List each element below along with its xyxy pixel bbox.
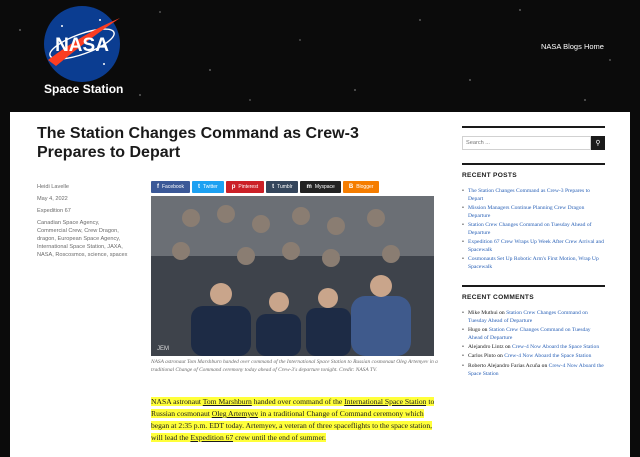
link-expedition-67[interactable]: Expedition 67	[190, 433, 234, 442]
comment-author: Hugo	[468, 327, 481, 334]
post-category[interactable]: Expedition 67	[37, 208, 71, 214]
link-tom-marshburn[interactable]: Tom Marshburn	[202, 397, 252, 406]
post-tags[interactable]: Canadian Space Agency, Commercial Crew, …	[37, 220, 127, 258]
list-item: The Station Changes Command as Crew-3 Pr…	[462, 188, 605, 204]
myspace-icon: m	[306, 184, 312, 190]
link-oleg-artemyev[interactable]: Oleg Artemyev	[211, 409, 259, 418]
list-item: Cosmonauts Set Up Robotic Arm's First Mo…	[462, 256, 605, 272]
comment-post-link[interactable]: Crew-4 Now Aboard the Space Station	[504, 353, 591, 359]
sidebar: ⚲ RECENT POSTS The Station Changes Comma…	[462, 126, 605, 380]
site-title[interactable]: Space Station	[44, 82, 123, 96]
recent-post-link[interactable]: Cosmonauts Set Up Robotic Arm's First Mo…	[468, 256, 599, 270]
nav-nasa-blogs-home[interactable]: NASA Blogs Home	[541, 42, 604, 51]
facebook-icon: f	[157, 184, 159, 190]
search-form: ⚲	[462, 126, 605, 150]
photo-watermark: JEM	[157, 346, 169, 352]
link-international-space-station[interactable]: International Space Station	[344, 397, 427, 406]
recent-comments-widget: RECENT COMMENTS Mike Muthui on Station C…	[462, 284, 605, 379]
recent-post-link[interactable]: The Station Changes Command as Crew-3 Pr…	[468, 188, 590, 202]
list-item: Mission Managers Continue Planning Crew …	[462, 205, 605, 221]
recent-post-link[interactable]: Station Crew Changes Command on Tuesday …	[468, 222, 592, 236]
tumblr-icon: t	[272, 184, 275, 190]
search-input[interactable]	[462, 136, 591, 150]
post-meta: Heidi Lavelle May 4, 2022 Expedition 67 …	[37, 183, 129, 263]
svg-text:NASA: NASA	[55, 35, 109, 56]
share-buttons: f Facebook t Twitter p Pinterest t Tumblr mM…	[151, 181, 380, 193]
share-myspace-button[interactable]: m Myspace	[300, 181, 341, 193]
list-item: Station Crew Changes Command on Tuesday …	[462, 222, 605, 238]
share-twitter-button[interactable]: t Twitter	[191, 181, 224, 193]
list-item: Mike Muthui on Station Crew Changes Comm…	[462, 310, 605, 326]
recent-posts-widget: RECENT POSTS The Station Changes Command…	[462, 163, 605, 272]
comment-post-link[interactable]: Crew-4 Now Aboard the Space Station	[512, 344, 599, 350]
nasa-logo[interactable]: NASA	[42, 4, 122, 84]
share-tumblr-button[interactable]: t Tumblr	[266, 181, 299, 193]
list-item: Expedition 67 Crew Wraps Up Week After C…	[462, 239, 605, 255]
list-item: Alejandro Lintz on Crew-4 Now Aboard the…	[462, 344, 605, 352]
list-item: Hugo on Station Crew Changes Command on …	[462, 327, 605, 343]
post-title: The Station Changes Command as Crew-3 Pr…	[37, 125, 359, 161]
share-pinterest-button[interactable]: p Pinterest	[225, 181, 265, 193]
search-button[interactable]: ⚲	[591, 136, 605, 150]
search-icon: ⚲	[595, 140, 601, 147]
share-facebook-button[interactable]: f Facebook	[151, 181, 190, 193]
post-paragraph: NASA astronaut Tom Marshburn handed over…	[151, 397, 435, 442]
photo-caption: NASA astronaut Tom Marshburn handed over…	[151, 359, 438, 373]
recent-post-link[interactable]: Mission Managers Continue Planning Crew …	[468, 205, 584, 219]
list-item: Roberto Alejandro Farias Acuña on Crew-4…	[462, 363, 605, 379]
crew-photo: JEM	[151, 196, 434, 356]
post-author[interactable]: Heidi Lavelle	[37, 184, 69, 190]
comment-author: Carlos Pinto	[468, 353, 496, 360]
recent-post-link[interactable]: Expedition 67 Crew Wraps Up Week After C…	[468, 239, 604, 253]
content-area: The Station Changes Command as Crew-3 Pr…	[10, 112, 630, 457]
blogger-icon: B	[348, 184, 354, 190]
recent-posts-heading: RECENT POSTS	[462, 172, 517, 179]
post-date[interactable]: May 4, 2022	[37, 196, 68, 202]
comment-author: Roberto Alejandro Farias Acuña	[468, 362, 541, 369]
recent-comments-heading: RECENT COMMENTS	[462, 293, 534, 301]
comment-author: Alejandro Lintz	[468, 344, 504, 351]
pinterest-icon: p	[231, 184, 236, 190]
share-blogger-button[interactable]: B Blogger	[342, 181, 380, 193]
comment-author: Mike Muthui	[468, 309, 498, 316]
twitter-icon: t	[197, 184, 200, 190]
list-item: Carlos Pinto on Crew-4 Now Aboard the Sp…	[462, 353, 605, 361]
